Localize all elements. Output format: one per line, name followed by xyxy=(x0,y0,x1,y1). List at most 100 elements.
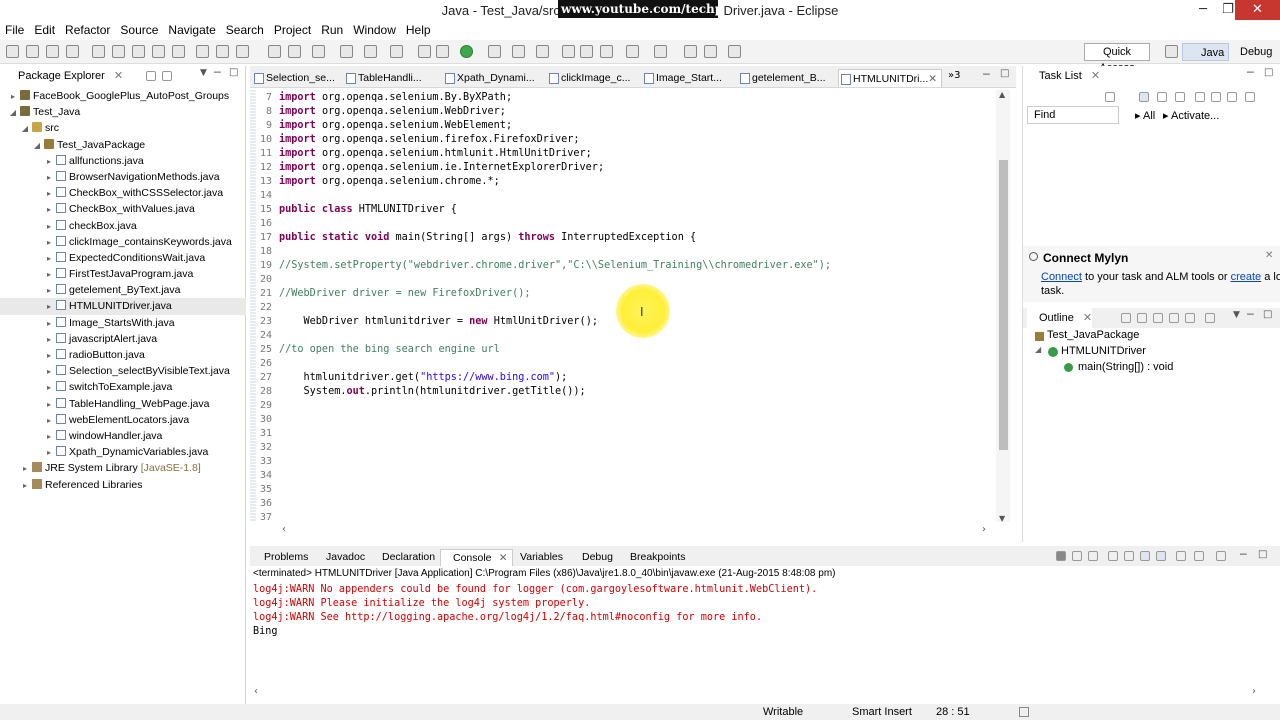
tab-javadoc[interactable]: Javadoc xyxy=(314,549,365,566)
open-type-icon[interactable] xyxy=(580,45,593,58)
close-tab-icon[interactable]: ✕ xyxy=(928,70,937,87)
expand-arrow-icon[interactable]: ▸ xyxy=(20,461,30,477)
tree-item[interactable]: ▸ Image_StartsWith.java xyxy=(0,315,246,331)
close-icon[interactable]: ✕ xyxy=(1083,312,1092,324)
menu-run[interactable]: Run xyxy=(316,20,348,37)
editor-horizontal-scrollbar[interactable]: ‹ › xyxy=(278,524,996,538)
scroll-thumb[interactable] xyxy=(999,160,1008,450)
expand-arrow-icon[interactable]: ▸ xyxy=(44,397,54,413)
link-editor-icon[interactable] xyxy=(162,71,172,81)
menu-edit[interactable]: Edit xyxy=(29,20,60,37)
expand-arrow-icon[interactable]: ◢ xyxy=(32,138,42,154)
skip-breakpoints-icon[interactable] xyxy=(92,45,105,58)
editor-tab-getelement[interactable]: getelement_B... xyxy=(738,69,834,87)
remove-all-icon[interactable] xyxy=(1088,551,1098,561)
minimize-view-icon[interactable]: ─ xyxy=(1240,548,1247,561)
run-external-icon[interactable] xyxy=(488,45,501,58)
scroll-left-icon[interactable]: ‹ xyxy=(282,524,286,535)
tree-item[interactable]: ◢ Test_JavaPackage xyxy=(0,137,246,153)
run-icon[interactable] xyxy=(460,45,473,58)
expand-arrow-icon[interactable]: ▸ xyxy=(44,251,54,267)
progress-icon[interactable] xyxy=(1019,707,1029,717)
tree-item[interactable]: ▸ CheckBox_withValues.java xyxy=(0,201,246,217)
expand-arrow-icon[interactable]: ▸ xyxy=(44,219,54,235)
new-class-icon[interactable] xyxy=(562,45,575,58)
tab-variables[interactable]: Variables xyxy=(508,549,563,566)
tab-console[interactable]: Console ✕ xyxy=(440,549,513,566)
code-line[interactable]: System.out.println(htmlunitdriver.getTit… xyxy=(279,386,586,397)
new-package-icon[interactable] xyxy=(536,45,549,58)
menu-project[interactable]: Project xyxy=(269,20,316,37)
create-link[interactable]: create xyxy=(1231,271,1262,283)
expand-arrow-icon[interactable]: ▸ xyxy=(44,413,54,429)
tree-item[interactable]: ▸ FirstTestJavaProgram.java xyxy=(0,266,246,282)
hide-local-types-icon[interactable] xyxy=(1185,313,1195,323)
tree-item[interactable]: ◢ Test_Java xyxy=(0,104,246,120)
expand-arrow-icon[interactable]: ▸ xyxy=(44,380,54,396)
tree-item[interactable]: ◢ src xyxy=(0,120,246,136)
tab-declaration[interactable]: Declaration xyxy=(370,549,435,566)
code-line[interactable]: public static void main(String[] args) t… xyxy=(279,232,696,243)
expand-arrow-icon[interactable]: ◢ xyxy=(8,105,18,121)
resume-icon[interactable] xyxy=(112,45,125,58)
terminate-icon[interactable] xyxy=(1056,551,1066,561)
expand-arrow-icon[interactable]: ▸ xyxy=(44,332,54,348)
menu-refactor[interactable]: Refactor xyxy=(60,20,115,37)
link-editor-icon[interactable] xyxy=(1205,313,1215,323)
all-filter[interactable]: ▸ All xyxy=(1135,109,1155,122)
gear-icon[interactable] xyxy=(418,45,431,58)
editor-tab-xpath[interactable]: Xpath_Dynami... xyxy=(443,69,539,87)
connect-link[interactable]: Connect xyxy=(1041,271,1082,283)
tree-item[interactable]: ▸ BrowserNavigationMethods.java xyxy=(0,169,246,185)
editor-tab-imagestart[interactable]: Image_Start... xyxy=(642,69,732,87)
minimize-view-icon[interactable]: ─ xyxy=(214,66,221,79)
show-stderr-icon[interactable] xyxy=(1156,551,1166,561)
toggle-mark-icon[interactable] xyxy=(288,45,301,58)
tree-item[interactable]: ▸ Referenced Libraries xyxy=(0,477,246,493)
tree-item[interactable]: ▸ clickImage_containsKeywords.java xyxy=(0,234,246,250)
view-menu-icon[interactable]: ▼ xyxy=(200,68,207,78)
forward-icon[interactable] xyxy=(704,45,717,58)
scroll-up-icon[interactable]: ▲ xyxy=(999,90,1005,99)
expand-all-icon[interactable] xyxy=(1227,92,1237,102)
expand-arrow-icon[interactable]: ◢ xyxy=(1035,345,1041,354)
expand-arrow-icon[interactable]: ▸ xyxy=(44,364,54,380)
tab-overflow-indicator[interactable]: »3 xyxy=(948,70,960,81)
new-server-icon[interactable] xyxy=(364,45,377,58)
next-annotation-icon[interactable] xyxy=(654,45,667,58)
suspend-icon[interactable] xyxy=(132,45,145,58)
tree-item[interactable]: ▸ Selection_selectByVisibleText.java xyxy=(0,363,246,379)
tree-item[interactable]: ▸ ExpectedConditionsWait.java xyxy=(0,250,246,266)
search-icon[interactable] xyxy=(600,45,613,58)
expand-arrow-icon[interactable]: ▸ xyxy=(44,316,54,332)
disconnect-icon[interactable] xyxy=(172,45,185,58)
menu-search[interactable]: Search xyxy=(221,20,269,37)
step-return-icon[interactable] xyxy=(236,45,249,58)
expand-arrow-icon[interactable]: ▸ xyxy=(44,170,54,186)
menu-source[interactable]: Source xyxy=(115,20,163,37)
expand-arrow-icon[interactable]: ▸ xyxy=(44,445,54,461)
save-icon[interactable] xyxy=(26,45,39,58)
close-button[interactable]: ✕ xyxy=(1235,0,1280,20)
code-line[interactable]: import org.openqa.selenium.WebDriver; xyxy=(279,106,506,117)
task-list-tab[interactable]: Task List ✕ xyxy=(1027,66,1100,86)
code-line[interactable]: import org.openqa.selenium.WebElement; xyxy=(279,120,512,131)
code-line[interactable]: import org.openqa.selenium.By.ByXPath; xyxy=(279,92,512,103)
tree-item[interactable]: ▸ CheckBox_withCSSSelector.java xyxy=(0,185,246,201)
tab-debug[interactable]: Debug xyxy=(570,549,613,566)
maximize-view-icon[interactable]: □ xyxy=(1264,67,1273,78)
checklist-icon[interactable] xyxy=(390,45,403,58)
terminate-icon[interactable] xyxy=(152,45,165,58)
tree-item[interactable]: ▸ HTMLUNITDriver.java xyxy=(0,298,246,315)
close-icon[interactable]: ✕ xyxy=(499,550,508,567)
remove-launch-icon[interactable] xyxy=(1072,551,1082,561)
code-line[interactable]: WebDriver htmlunitdriver = new HtmlUnitD… xyxy=(279,316,598,327)
pin-console-icon[interactable] xyxy=(1176,551,1186,561)
tree-item[interactable]: ▸ JRE System Library [JavaSE-1.8] xyxy=(0,460,246,476)
close-icon[interactable]: ✕ xyxy=(1091,70,1100,82)
code-line[interactable]: import org.openqa.selenium.htmlunit.Html… xyxy=(279,148,592,159)
use-step-filters-icon[interactable] xyxy=(268,45,281,58)
tree-item[interactable]: ▸ Xpath_DynamicVariables.java xyxy=(0,444,246,460)
maximize-view-icon[interactable]: □ xyxy=(1258,549,1267,560)
code-line[interactable]: //System.setProperty("webdriver.chrome.d… xyxy=(279,260,831,271)
